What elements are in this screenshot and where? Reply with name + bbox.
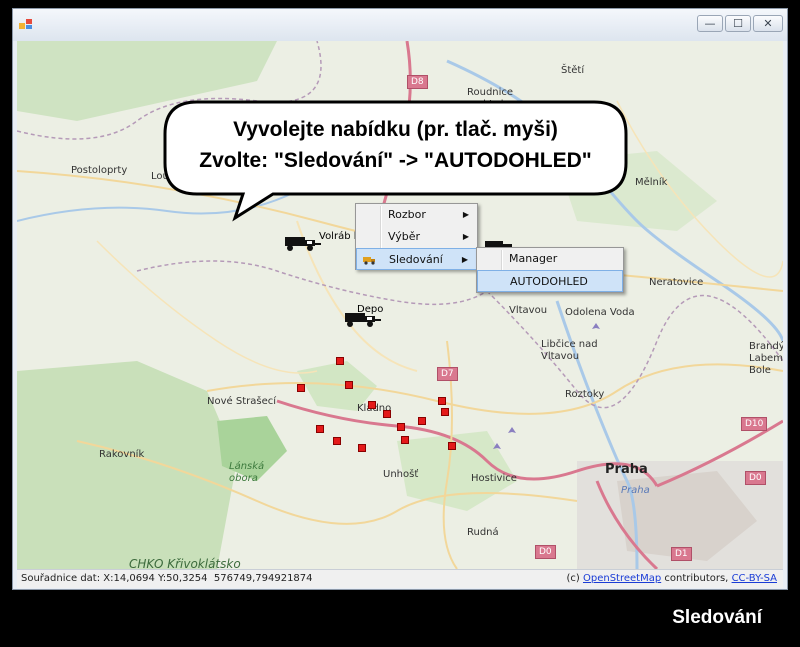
place-label: Brandý Labem- Bole [749,341,783,376]
submenu-sledovani: Manager AUTODOHLED [476,247,624,293]
map-marker[interactable] [368,401,376,409]
vehicle-label: Depo [357,304,384,315]
place-label: Unhošť [383,469,419,480]
road-shield: D0 [535,545,556,559]
menu-item-manager[interactable]: Manager [477,248,623,270]
callout-line-1: Vyvolejte nabídku (pr. tlač. myši) [233,118,558,141]
map-marker[interactable] [448,442,456,450]
menu-item-sledovani[interactable]: Sledování ▶ [356,248,477,270]
place-label: Libčice nad Vltavou [541,339,598,362]
submenu-arrow-icon: ▶ [461,255,468,264]
maximize-button[interactable]: ☐ [725,15,751,32]
road-shield: D0 [745,471,766,485]
road-shield: D1 [671,547,692,561]
place-label: Nové Strašecí [207,396,276,407]
map-marker[interactable] [401,436,409,444]
road-shield: D8 [407,75,428,89]
osm-link[interactable]: OpenStreetMap [583,573,661,584]
app-window: — ☐ ✕ Roudnice Štětí Postoloprty Lou Měl… [12,8,788,590]
place-label: Postoloprty [71,165,128,176]
place-label: Rakovník [99,449,145,460]
callout-line-2: Zvolte: "Sledování" -> "AUTODOHLED" [199,149,592,172]
map-marker[interactable] [418,417,426,425]
license-link[interactable]: CC-BY-SA [732,573,777,584]
minimize-button[interactable]: — [697,15,723,32]
coordinates-readout: Souřadnice dat: X:14,0694 Y:50,3254 5767… [21,573,313,584]
caption: Sledování [672,607,762,628]
place-label: CHKO Křivoklátsko [129,557,241,569]
place-label: Mělník [635,177,668,188]
map-marker[interactable] [441,408,449,416]
map-marker[interactable] [358,444,366,452]
status-bar: Souřadnice dat: X:14,0694 Y:50,3254 5767… [17,569,783,588]
map-marker[interactable] [333,437,341,445]
map-marker[interactable] [345,381,353,389]
close-button[interactable]: ✕ [753,15,783,32]
map-marker[interactable] [383,410,391,418]
place-label: Neratovice [649,277,704,288]
tracking-icon [363,257,375,265]
place-label: Hostivice [471,473,517,484]
place-label: Štětí [561,65,585,76]
app-icon [19,19,32,29]
title-bar: — ☐ ✕ [13,9,787,41]
context-menu: Rozbor ▶ Výběr ▶ Sledování ▶ [355,203,478,270]
place-label: Lánská obora [229,461,265,484]
place-label: Praha [605,462,648,477]
instruction-callout: Vyvolejte nabídku (pr. tlač. myši) Zvolt… [163,100,628,222]
menu-item-vyber[interactable]: Výběr ▶ [356,226,477,248]
attribution: (c) OpenStreetMap contributors, CC-BY-SA [566,573,777,584]
place-label: Rudná [467,527,499,538]
map-marker[interactable] [297,384,305,392]
map-marker[interactable] [336,357,344,365]
map-marker[interactable] [316,425,324,433]
place-label: Odolena Voda [565,307,635,318]
road-shield: D10 [741,417,768,431]
map-marker[interactable] [397,423,405,431]
place-label: Praha [621,485,650,496]
menu-item-rozbor[interactable]: Rozbor ▶ [356,204,477,226]
submenu-arrow-icon: ▶ [462,210,469,219]
place-label: Roztoky [565,389,605,400]
menu-item-autodohled[interactable]: AUTODOHLED [477,270,623,292]
truck-icon[interactable] [283,231,323,253]
submenu-arrow-icon: ▶ [462,232,469,241]
place-label: Vltavou [509,305,548,316]
road-shield: D7 [437,367,458,381]
map-marker[interactable] [438,397,446,405]
